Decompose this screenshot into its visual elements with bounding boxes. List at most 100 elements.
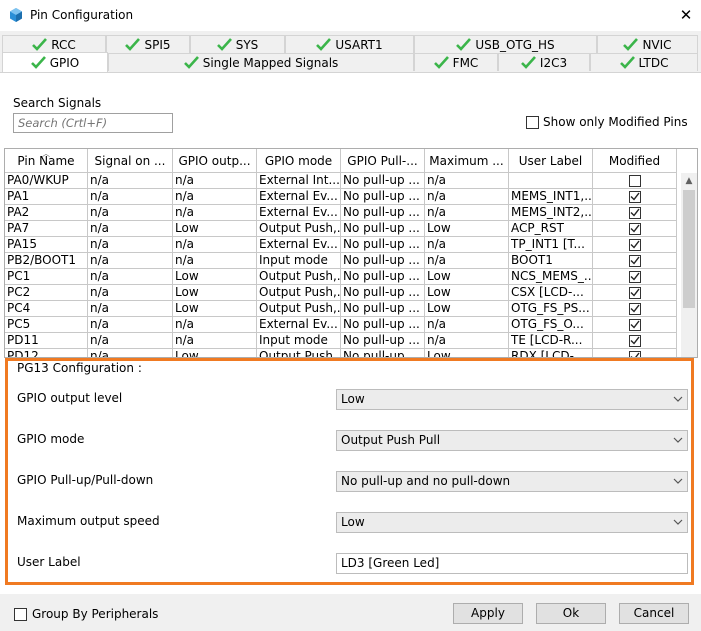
gpio-output-level-select[interactable]: Low — [336, 389, 688, 410]
table-cell[interactable]: n/a — [88, 333, 173, 349]
tab-fmc[interactable]: FMC — [414, 53, 498, 71]
modified-checkbox[interactable] — [628, 206, 641, 219]
table-cell[interactable]: n/a — [425, 317, 509, 333]
table-cell[interactable]: No pull-up ... — [341, 189, 425, 205]
table-cell[interactable]: OTG_FS_O... — [509, 317, 593, 333]
table-row[interactable]: PA2 n/a n/a External Ev... No pull-up ... n/a… — [5, 205, 685, 221]
column-header-user-label[interactable]: User Label — [509, 149, 593, 173]
table-cell[interactable]: Low — [173, 221, 257, 237]
column-header-signal[interactable]: Signal on ... — [88, 149, 173, 173]
table-cell[interactable]: Low — [425, 285, 509, 301]
column-header-modified[interactable]: Modified — [593, 149, 677, 173]
gpio-mode-select[interactable]: Output Push Pull — [336, 430, 688, 451]
modified-checkbox[interactable] — [628, 350, 641, 357]
group-by-checkbox[interactable] — [14, 607, 27, 621]
column-header-pin-name[interactable]: ︿ Pin Name — [5, 149, 88, 173]
table-cell[interactable]: Input mode — [257, 253, 341, 269]
group-by-toggle[interactable]: Group By Peripherals — [14, 607, 158, 621]
table-cell[interactable]: n/a — [425, 333, 509, 349]
modified-checkbox[interactable] — [628, 318, 641, 331]
table-cell[interactable]: BOOT1 — [509, 253, 593, 269]
table-cell[interactable]: Output Push... — [257, 349, 341, 357]
table-cell[interactable]: Low — [425, 349, 509, 357]
table-cell[interactable]: TE [LCD-R... — [509, 333, 593, 349]
cancel-button[interactable]: Cancel — [619, 603, 689, 624]
table-cell[interactable]: External Int... — [257, 173, 341, 189]
table-cell[interactable]: Low — [425, 301, 509, 317]
table-cell[interactable]: Low — [173, 301, 257, 317]
table-cell[interactable]: n/a — [425, 173, 509, 189]
table-cell[interactable]: PC2 — [5, 285, 88, 301]
table-cell[interactable]: External Ev... — [257, 237, 341, 253]
table-cell[interactable]: n/a — [88, 317, 173, 333]
table-cell[interactable]: NCS_MEMS_... — [509, 269, 593, 285]
table-cell[interactable]: Low — [173, 285, 257, 301]
table-cell[interactable]: PD11 — [5, 333, 88, 349]
modified-checkbox[interactable] — [628, 254, 641, 267]
table-cell[interactable]: n/a — [425, 253, 509, 269]
table-cell[interactable]: MEMS_INT1,... — [509, 189, 593, 205]
table-cell[interactable]: Low — [425, 269, 509, 285]
table-cell[interactable] — [509, 173, 593, 189]
table-cell[interactable]: Output Push,... — [257, 285, 341, 301]
table-cell[interactable]: PB2/BOOT1 — [5, 253, 88, 269]
max-output-speed-select[interactable]: Low — [336, 512, 688, 533]
table-cell[interactable]: n/a — [173, 205, 257, 221]
table-cell[interactable]: No pull-up ... — [341, 173, 425, 189]
table-cell[interactable]: No pull-up ... — [341, 269, 425, 285]
table-cell[interactable]: Output Push,... — [257, 301, 341, 317]
table-cell[interactable]: No pull-up ... — [341, 301, 425, 317]
table-cell[interactable]: No pull-up ... — [341, 285, 425, 301]
table-cell[interactable]: CSX [LCD-... — [509, 285, 593, 301]
table-cell[interactable]: External Ev... — [257, 205, 341, 221]
table-cell[interactable]: n/a — [173, 253, 257, 269]
table-cell[interactable]: PA7 — [5, 221, 88, 237]
close-button[interactable]: ✕ — [671, 0, 701, 31]
apply-button[interactable]: Apply — [453, 603, 523, 624]
table-cell[interactable]: No pull-up ... — [341, 317, 425, 333]
user-label-input[interactable]: LD3 [Green Led] — [336, 553, 688, 574]
modified-checkbox[interactable] — [628, 238, 641, 251]
table-cell[interactable]: Output Push,... — [257, 221, 341, 237]
table-cell[interactable]: n/a — [88, 221, 173, 237]
table-cell[interactable]: No pull-up ... — [341, 333, 425, 349]
modified-checkbox[interactable] — [628, 334, 641, 347]
show-modified-toggle[interactable]: Show only Modified Pins — [526, 115, 688, 129]
table-row[interactable]: PA7 n/a Low Output Push,... No pull-up ... Lo… — [5, 221, 685, 237]
table-cell[interactable]: No pull-up ... — [341, 221, 425, 237]
table-cell[interactable]: No pull-up ... — [341, 205, 425, 221]
table-cell[interactable]: n/a — [88, 285, 173, 301]
ok-button[interactable]: Ok — [536, 603, 606, 624]
table-cell[interactable]: Output Push,... — [257, 269, 341, 285]
table-row[interactable]: PC2 n/a Low Output Push,... No pull-up ... Lo… — [5, 285, 685, 301]
modified-checkbox[interactable] — [628, 222, 641, 235]
column-header-gpio-mode[interactable]: GPIO mode — [257, 149, 341, 173]
column-header-gpio-output[interactable]: GPIO outp... — [173, 149, 257, 173]
table-cell[interactable]: No pull-up ... — [341, 237, 425, 253]
tab-i2c3[interactable]: I2C3 — [498, 53, 590, 71]
table-cell[interactable]: No pull-up ... — [341, 253, 425, 269]
table-cell[interactable]: External Ev... — [257, 317, 341, 333]
table-cell[interactable]: MEMS_INT2,... — [509, 205, 593, 221]
modified-checkbox[interactable] — [628, 270, 641, 283]
tab-usart1[interactable]: USART1 — [285, 35, 414, 53]
table-row[interactable]: PB2/BOOT1 n/a n/a Input mode No pull-up ... n… — [5, 253, 685, 269]
table-row[interactable]: PC5 n/a n/a External Ev... No pull-up ... n/a… — [5, 317, 685, 333]
tab-nvic[interactable]: NVIC — [597, 35, 698, 53]
scrollbar-thumb[interactable] — [683, 190, 695, 308]
modified-checkbox[interactable] — [628, 286, 641, 299]
table-cell[interactable]: n/a — [173, 237, 257, 253]
table-cell[interactable]: ACP_RST — [509, 221, 593, 237]
table-row[interactable]: PA15 n/a n/a External Ev... No pull-up ... n/… — [5, 237, 685, 253]
tab-ltdc[interactable]: LTDC — [590, 53, 698, 71]
table-cell[interactable]: n/a — [173, 333, 257, 349]
table-cell[interactable]: n/a — [88, 189, 173, 205]
table-cell[interactable]: RDX [LCD-... — [509, 349, 593, 357]
table-cell[interactable]: n/a — [425, 205, 509, 221]
table-cell[interactable]: PA0/WKUP — [5, 173, 88, 189]
table-cell[interactable]: n/a — [88, 269, 173, 285]
table-cell[interactable]: TP_INT1 [T... — [509, 237, 593, 253]
table-cell[interactable]: n/a — [88, 173, 173, 189]
table-cell[interactable]: Input mode — [257, 333, 341, 349]
tab-gpio[interactable]: GPIO — [2, 52, 108, 72]
